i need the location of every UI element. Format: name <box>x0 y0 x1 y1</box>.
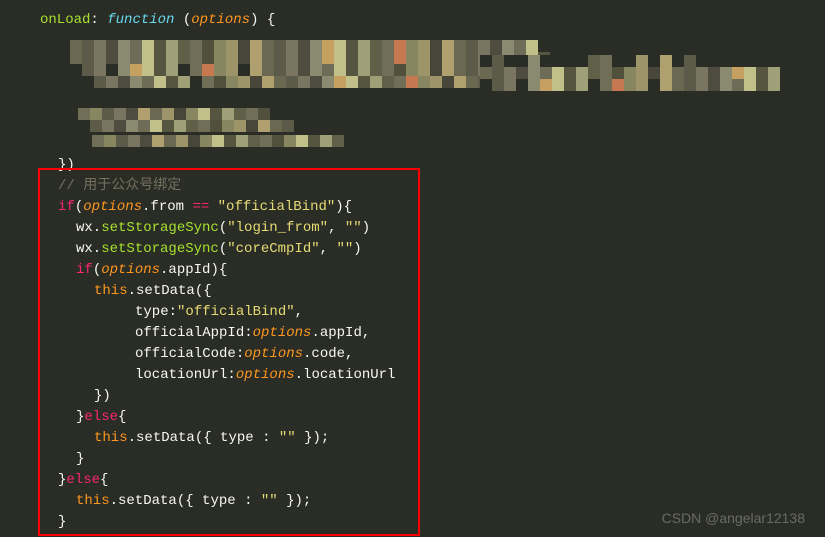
code-line: this.setData({ type : "" }); <box>40 428 395 449</box>
code-line: } <box>40 512 395 533</box>
code-line: locationUrl:options.locationUrl <box>40 365 395 386</box>
param-options: options <box>191 12 250 28</box>
code-block[interactable]: }) // 用于公众号绑定 if(options.from == "offici… <box>0 155 395 533</box>
method-name: onLoad <box>40 12 90 28</box>
redacted-block <box>92 135 352 149</box>
code-line: wx.setStorageSync("coreCmpId", "") <box>40 239 395 260</box>
code-line: onLoad: function (options) { <box>40 10 825 31</box>
code-line: type:"officialBind", <box>40 302 395 323</box>
code-line: officialAppId:options.appId, <box>40 323 395 344</box>
keyword-function: function <box>107 12 174 28</box>
comment: // 用于公众号绑定 <box>58 178 181 194</box>
code-line: // 用于公众号绑定 <box>40 176 395 197</box>
code-line: }) <box>40 155 395 176</box>
code-line: wx.setStorageSync("login_from", "") <box>40 218 395 239</box>
redacted-block <box>70 40 550 88</box>
code-line: } <box>40 449 395 470</box>
redacted-block <box>78 108 298 132</box>
code-line: if(options.appId){ <box>40 260 395 281</box>
redacted-block <box>480 55 790 91</box>
code-line: }else{ <box>40 470 395 491</box>
code-line: if(options.from == "officialBind"){ <box>40 197 395 218</box>
code-line: this.setData({ type : "" }); <box>40 491 395 512</box>
code-line: this.setData({ <box>40 281 395 302</box>
code-editor[interactable]: onLoad: function (options) { <box>0 0 825 31</box>
code-line: }) <box>40 386 395 407</box>
code-line: officialCode:options.code, <box>40 344 395 365</box>
watermark: CSDN @angelar12138 <box>662 508 805 529</box>
code-line: }else{ <box>40 407 395 428</box>
